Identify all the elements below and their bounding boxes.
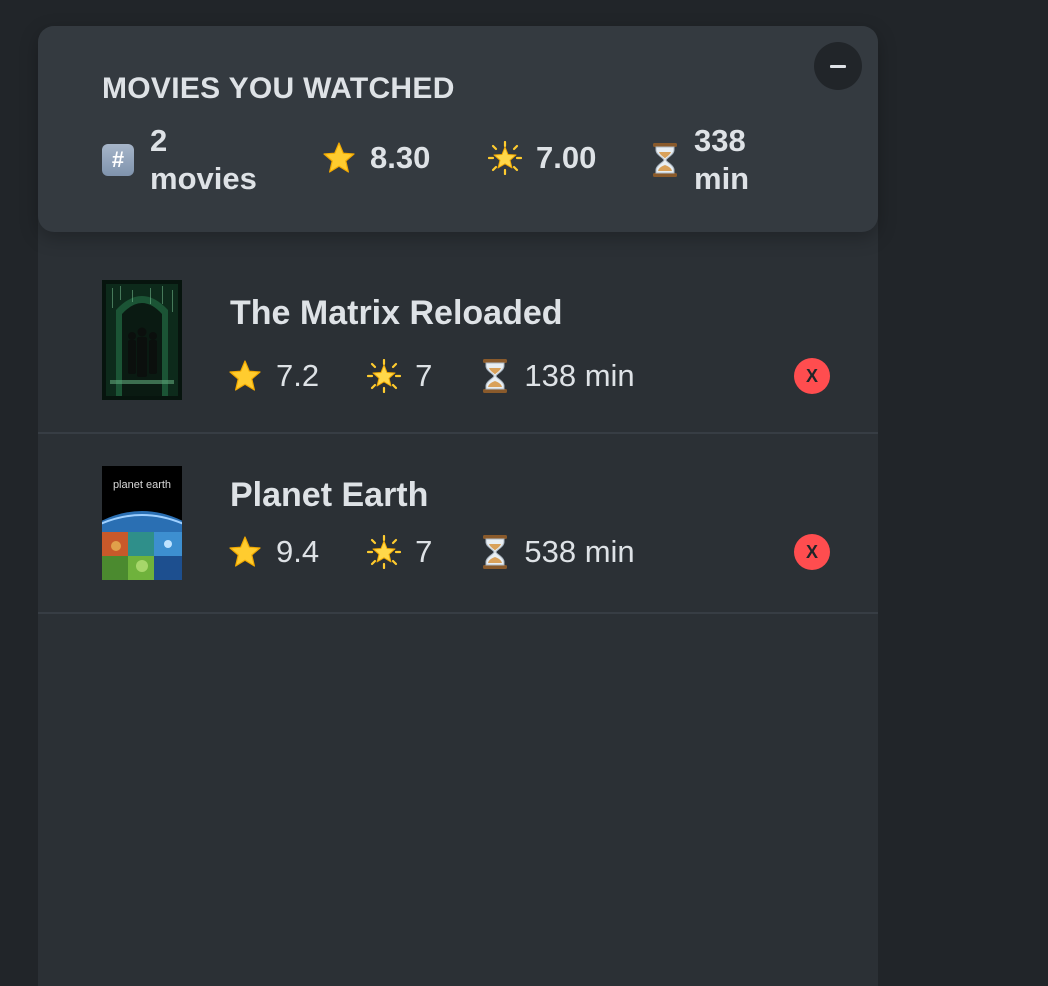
summary-title: MOVIES YOU WATCHED <box>102 72 455 105</box>
hash-keycap-icon: # <box>102 144 134 176</box>
remove-movie-button[interactable]: X <box>794 534 830 570</box>
matrix-reloaded-poster <box>102 280 182 400</box>
movie-title: Planet Earth <box>230 476 429 514</box>
total-runtime-unit: min <box>694 161 750 196</box>
total-runtime-stat: 338 min <box>650 122 749 198</box>
imdb-rating: 9.4 <box>276 534 320 569</box>
glowing-star-icon <box>367 359 401 393</box>
movie-count-unit: movies <box>150 161 257 196</box>
movie-stats: 9.4 7 538 min <box>228 534 635 570</box>
movie-stats: 7.2 7 138 min <box>228 358 635 394</box>
total-runtime-value: 338 <box>694 123 746 158</box>
avg-user-rating-stat: 7.00 <box>488 139 596 177</box>
movie-count-value: 2 <box>150 123 168 158</box>
avg-imdb-rating-value: 8.30 <box>370 140 431 175</box>
user-rating: 7 <box>415 534 433 569</box>
runtime: 138 min <box>524 358 635 393</box>
movie-title: The Matrix Reloaded <box>230 294 563 332</box>
hourglass-icon <box>480 534 510 570</box>
poster-title: planet earth <box>113 479 171 491</box>
glowing-star-icon <box>367 535 401 569</box>
avg-user-rating-value: 7.00 <box>536 140 597 175</box>
movie-poster <box>102 280 182 400</box>
user-rating: 7 <box>415 358 433 393</box>
remove-movie-button[interactable]: X <box>794 358 830 394</box>
avg-imdb-rating-stat: 8.30 <box>322 139 430 177</box>
planet-earth-poster: planet earth <box>102 466 182 580</box>
imdb-rating: 7.2 <box>276 358 320 393</box>
runtime: 538 min <box>524 534 635 569</box>
list-item: planet earth Planet Earth 9.4 7 538 min <box>38 434 878 614</box>
glowing-star-icon <box>488 141 522 175</box>
star-icon <box>228 535 262 569</box>
collapse-button[interactable] <box>814 42 862 90</box>
hourglass-icon <box>650 142 680 178</box>
hourglass-icon <box>480 358 510 394</box>
minus-icon <box>830 65 846 68</box>
list-item: The Matrix Reloaded 7.2 7 138 min X <box>38 232 878 434</box>
star-icon <box>322 141 356 175</box>
movie-poster: planet earth <box>102 466 182 580</box>
watched-panel: MOVIES YOU WATCHED # 2 movies 8.30 7.00 <box>38 26 878 986</box>
movie-count-stat: # 2 movies <box>102 122 257 198</box>
star-icon <box>228 359 262 393</box>
watched-summary: MOVIES YOU WATCHED # 2 movies 8.30 7.00 <box>38 26 878 232</box>
